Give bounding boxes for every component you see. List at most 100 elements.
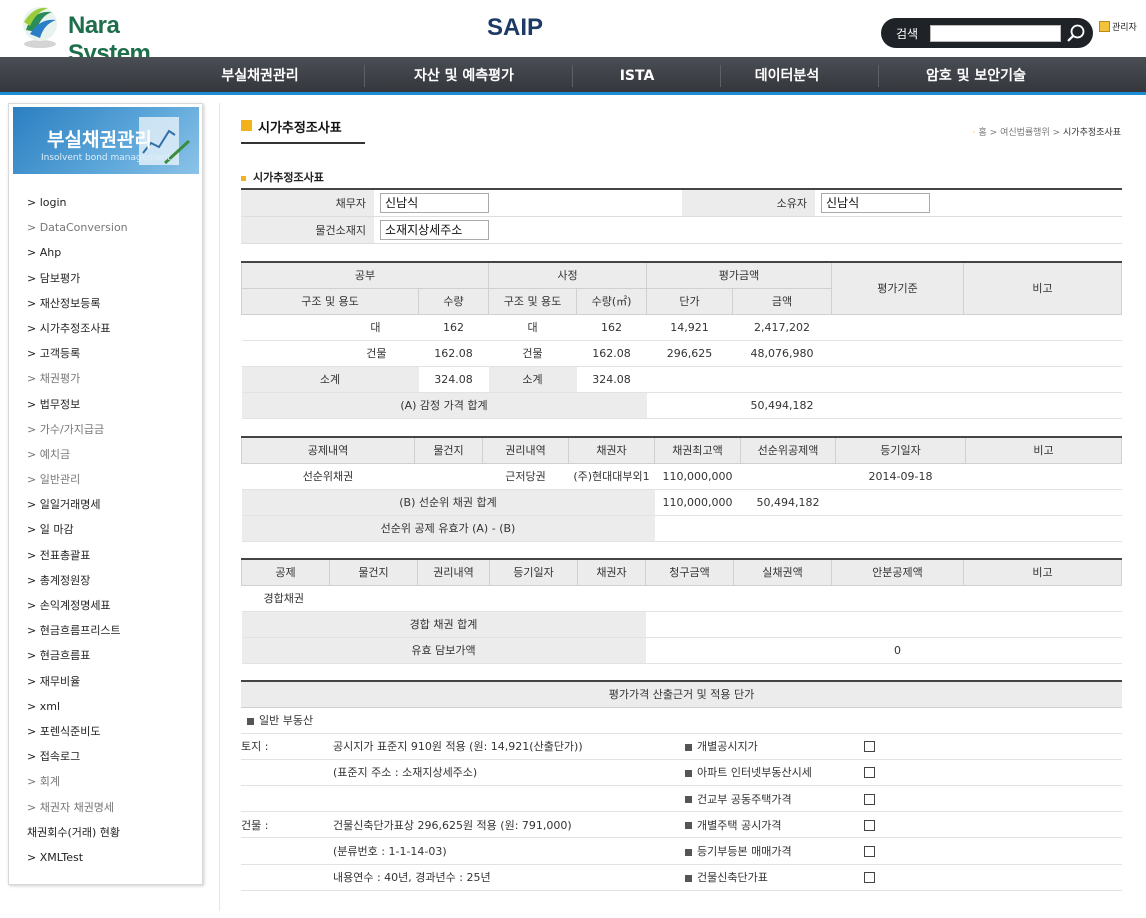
basis-option: 개별공시지가 bbox=[697, 740, 758, 754]
header-prorated: 안분공제액 bbox=[831, 559, 964, 586]
debtor-label: 채무자 bbox=[241, 189, 374, 217]
header-quantity-m2: 수량(㎡) bbox=[576, 288, 647, 315]
location-label: 물건소재지 bbox=[241, 216, 374, 244]
sidebar-item-login[interactable]: > login bbox=[9, 190, 202, 215]
basis-prefix bbox=[241, 864, 333, 891]
sidebar-item-property-register[interactable]: > 재산정보등록 bbox=[9, 291, 202, 316]
header-prior-deduction: 선순위공제액 bbox=[740, 437, 836, 464]
sum-label: (B) 선순위 채권 합계 bbox=[241, 489, 655, 516]
admin-icon bbox=[1099, 21, 1110, 32]
breadcrumb-current: 시가추정조사표 bbox=[1063, 128, 1121, 138]
sidebar-item-pl[interactable]: > 손익계정명세표 bbox=[9, 593, 202, 618]
header-max-bond: 채권최고액 bbox=[654, 437, 741, 464]
sum-label: 경합 채권 합계 bbox=[241, 611, 646, 638]
valuation-table: 공부 사정 평가금액 평가기준 비고 구조 및 용도 수량 구조 및 용도 수량… bbox=[241, 261, 1122, 419]
sidebar-item-recovery[interactable]: 채권회수(거래) 현황 bbox=[9, 820, 202, 845]
header-right: 권리내역 bbox=[482, 437, 569, 464]
sidebar-item-forensic[interactable]: > 포렌식준비도 bbox=[9, 719, 202, 744]
sidebar-item-market-value[interactable]: > 시가추정조사표 bbox=[9, 316, 202, 341]
effective-label: 선순위 공제 유효가 (A) - (B) bbox=[241, 515, 655, 542]
basis-row: 내용연수 : 40년, 경과년수 : 25년 건물신축단가표 bbox=[241, 864, 1122, 891]
basis-text: 건물신축단가표상 296,625원 적용 (원: 791,000) bbox=[333, 811, 685, 839]
search-label: 검색 bbox=[896, 27, 919, 41]
search-box: 검색 bbox=[881, 18, 1093, 48]
cell: 건물 bbox=[488, 340, 577, 367]
option-checkbox[interactable] bbox=[864, 767, 875, 779]
nav-divider bbox=[878, 65, 879, 87]
sidebar-item-ratio[interactable]: > 재무비율 bbox=[9, 669, 202, 694]
sidebar-banner: 부실채권관리 Insolvent bond management bbox=[13, 107, 199, 174]
sidebar-item-legal[interactable]: > 법무정보 bbox=[9, 392, 202, 417]
nav-item-data[interactable]: 데이터분석 bbox=[728, 57, 846, 95]
sidebar-item-deposit[interactable]: > 예치금 bbox=[9, 442, 202, 467]
basis-option: 개별주택 공시가격 bbox=[697, 818, 782, 832]
sidebar-item-ledger[interactable]: > 총계정원장 bbox=[9, 568, 202, 593]
cell bbox=[414, 463, 483, 490]
header-ledger: 공부 bbox=[241, 262, 489, 289]
nav-divider bbox=[720, 65, 721, 87]
option-checkbox[interactable] bbox=[864, 819, 875, 831]
sidebar-item-cashflow[interactable]: > 현금흐름표 bbox=[9, 643, 202, 668]
basis-prefix bbox=[241, 785, 333, 813]
admin-label: 관리자 bbox=[1112, 23, 1137, 33]
search-icon[interactable] bbox=[1066, 23, 1086, 43]
owner-label: 소유자 bbox=[682, 189, 815, 217]
square-bullet-icon bbox=[685, 848, 692, 856]
nav-item-ista[interactable]: ISTA bbox=[590, 57, 684, 95]
total-label: (A) 감정 가격 합계 bbox=[241, 392, 647, 419]
page-title: 시가추정조사표 bbox=[258, 121, 342, 136]
logo[interactable]: Nara System bbox=[18, 4, 198, 67]
header-reg-date: 등기일자 bbox=[835, 437, 966, 464]
option-checkbox[interactable] bbox=[864, 793, 875, 805]
nav-item-npl[interactable]: 부실채권관리 bbox=[186, 57, 334, 95]
sidebar-item-suspense[interactable]: > 가수/가지급금 bbox=[9, 417, 202, 442]
nav-item-security[interactable]: 암호 및 보안기술 bbox=[900, 57, 1052, 95]
prior-liens-table: 공제내역 물건지 권리내역 채권자 채권최고액 선순위공제액 등기일자 비고 선… bbox=[241, 436, 1122, 542]
cell bbox=[965, 463, 1122, 490]
subtotal-qty: 324.08 bbox=[576, 366, 647, 393]
subtotal-label: 소계 bbox=[241, 366, 419, 393]
cell: 162.08 bbox=[576, 340, 647, 367]
competing-bonds-table: 공제 물건지 권리내역 등기일자 채권자 청구금액 실채권액 안분공제액 비고 … bbox=[241, 558, 1122, 664]
sidebar-item-ahp[interactable]: > Ahp bbox=[9, 240, 202, 265]
header-valuation-amount: 평가금액 bbox=[646, 262, 832, 289]
sidebar-item-access-log[interactable]: > 접속로그 bbox=[9, 744, 202, 769]
location-field[interactable]: 소재지상세주소 bbox=[380, 219, 489, 240]
nav-item-asset[interactable]: 자산 및 예측평가 bbox=[390, 57, 538, 95]
basis-option: 아파트 인터넷부동산시세 bbox=[697, 766, 812, 780]
cell: 296,625 bbox=[646, 340, 733, 367]
basis-prefix bbox=[241, 837, 333, 865]
header-creditor: 채권자 bbox=[568, 437, 655, 464]
owner-field[interactable]: 신남식 bbox=[821, 192, 930, 213]
sidebar-item-customer[interactable]: > 고객등록 bbox=[9, 341, 202, 366]
sidebar-item-creditor[interactable]: > 채권자 채권명세 bbox=[9, 795, 202, 820]
sidebar-item-xml[interactable]: > xml bbox=[9, 694, 202, 719]
owner-info-table: 채무자 신남식 소유자 신남식 물건소재지 소재지상세주소 bbox=[241, 188, 1122, 244]
sidebar-item-xmltest[interactable]: > XMLTest bbox=[9, 845, 202, 870]
sidebar-item-daily-close[interactable]: > 일 마감 bbox=[9, 517, 202, 542]
breadcrumb-parent[interactable]: 여신법률행위 bbox=[1000, 128, 1050, 138]
breadcrumb-separator-icon: > bbox=[1052, 128, 1064, 138]
debtor-field[interactable]: 신남식 bbox=[380, 192, 489, 213]
sidebar-item-general[interactable]: > 일반관리 bbox=[9, 467, 202, 492]
cell bbox=[740, 463, 836, 490]
breadcrumb-home[interactable]: 홈 bbox=[979, 128, 987, 138]
basis-text: 공시지가 표준지 910원 적용 (원: 14,921(산출단가)) bbox=[333, 733, 685, 760]
cell: 건물 bbox=[241, 340, 419, 367]
option-checkbox[interactable] bbox=[864, 741, 875, 753]
sidebar-item-voucher[interactable]: > 전표총괄표 bbox=[9, 543, 202, 568]
sidebar-item-dataconversion[interactable]: > DataConversion bbox=[9, 215, 202, 240]
sidebar-item-collateral[interactable]: > 담보평가 bbox=[9, 266, 202, 291]
nav-divider bbox=[364, 65, 365, 87]
sidebar-item-bond-eval[interactable]: > 채권평가 bbox=[9, 366, 202, 391]
search-input[interactable] bbox=[930, 25, 1061, 42]
option-checkbox[interactable] bbox=[864, 846, 875, 858]
sidebar-item-daily-trans[interactable]: > 일일거래명세 bbox=[9, 492, 202, 517]
cell: 14,921 bbox=[646, 314, 733, 341]
option-checkbox[interactable] bbox=[864, 872, 875, 884]
square-bullet-icon bbox=[685, 743, 692, 751]
sidebar-item-cashflow-list[interactable]: > 현금흐름프리스트 bbox=[9, 618, 202, 643]
sidebar-item-accounting[interactable]: > 회계 bbox=[9, 769, 202, 794]
admin-link[interactable]: 관리자 bbox=[1099, 20, 1137, 33]
cell: 2,417,202 bbox=[732, 314, 832, 341]
